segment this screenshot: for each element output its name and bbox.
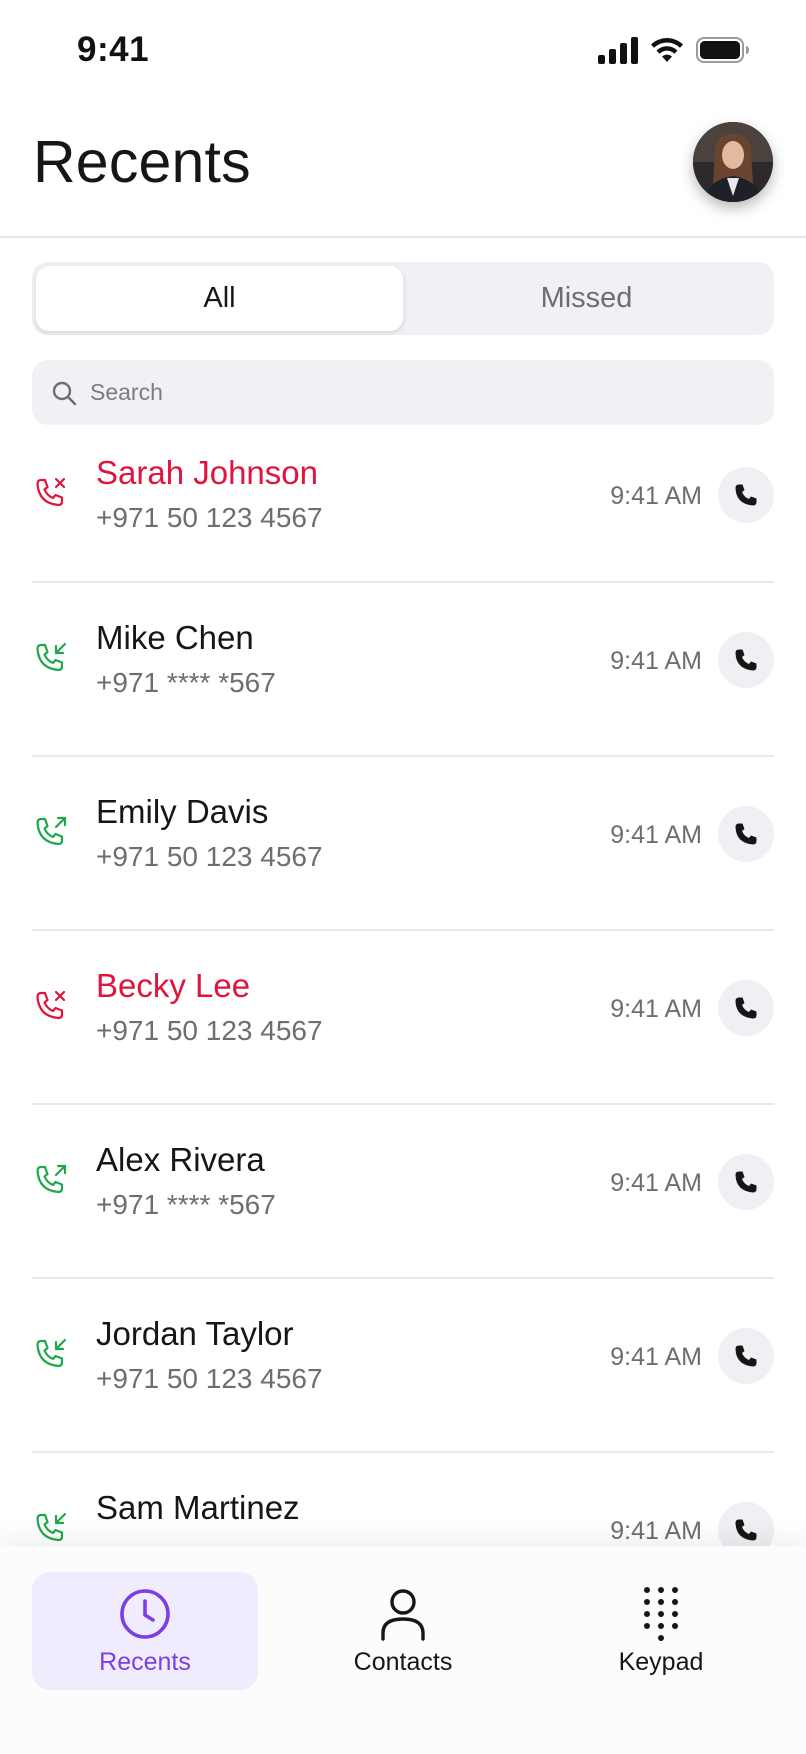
call-row[interactable]: Emily Davis +971 50 123 4567 9:41 AM: [32, 757, 774, 931]
call-row[interactable]: Sam Martinez 9:41 AM: [32, 1453, 774, 1546]
call-filter-segmented-control: All Missed: [32, 262, 774, 335]
call-time: 9:41 AM: [610, 1517, 702, 1545]
contact-name: Emily Davis: [96, 793, 269, 830]
incoming-call-icon: [32, 1511, 72, 1546]
battery-icon: [696, 37, 750, 63]
call-row[interactable]: Alex Rivera +971 **** *567 9:41 AM: [32, 1105, 774, 1279]
phone-icon: [735, 649, 757, 671]
phone-icon: [735, 1345, 757, 1367]
segment-all[interactable]: All: [36, 266, 403, 331]
contact-number: +971 50 123 4567: [96, 1015, 323, 1046]
segment-missed[interactable]: Missed: [403, 266, 770, 331]
search-input[interactable]: [90, 379, 730, 406]
status-icons: [598, 36, 750, 64]
missed-call-icon: [32, 989, 72, 1029]
contact-name: Becky Lee: [96, 967, 251, 1004]
tab-bar: Recents Contacts Keypad: [0, 1546, 806, 1754]
incoming-call-icon: [32, 641, 72, 681]
cellular-signal-icon: [598, 36, 638, 64]
phone-icon: [735, 484, 757, 506]
missed-call-icon: [32, 476, 72, 516]
phone-icon: [735, 1171, 757, 1193]
tab-recents-label: Recents: [99, 1648, 191, 1676]
phone-icon: [735, 823, 757, 845]
tab-contacts-label: Contacts: [353, 1648, 453, 1676]
call-back-button[interactable]: [718, 1154, 774, 1210]
call-back-button[interactable]: [718, 632, 774, 688]
call-time: 9:41 AM: [610, 821, 702, 849]
contact-name: Sarah Johnson: [96, 454, 318, 491]
contact-number: +971 **** *567: [96, 667, 276, 698]
call-row[interactable]: Becky Lee +971 50 123 4567 9:41 AM: [32, 931, 774, 1105]
tab-keypad-label: Keypad: [618, 1648, 704, 1676]
keypad-icon: [633, 1586, 689, 1642]
call-back-button[interactable]: [718, 980, 774, 1036]
person-icon: [375, 1586, 431, 1642]
outgoing-call-icon: [32, 815, 72, 855]
call-back-button[interactable]: [718, 467, 774, 523]
incoming-call-icon: [32, 1337, 72, 1377]
outgoing-call-icon: [32, 1163, 72, 1203]
wifi-icon: [650, 37, 684, 63]
recents-screen: 9:41 Recents All Missed Search Sarah Joh…: [0, 0, 806, 1754]
status-bar: 9:41: [0, 0, 806, 104]
call-back-button[interactable]: [718, 1328, 774, 1384]
call-time: 9:41 AM: [610, 1343, 702, 1371]
status-time: 9:41: [77, 30, 150, 69]
contact-number: +971 **** *567: [96, 1189, 276, 1220]
search-icon: [50, 379, 78, 407]
contact-name: Sam Martinez: [96, 1489, 300, 1526]
tab-keypad[interactable]: Keypad: [548, 1572, 774, 1690]
call-row[interactable]: Sarah Johnson +971 50 123 4567 9:41 AM: [32, 436, 774, 583]
contact-name: Jordan Taylor: [96, 1315, 294, 1352]
contact-number: +971 50 123 4567: [96, 502, 323, 533]
profile-avatar[interactable]: [693, 122, 773, 202]
recent-calls-list: Sarah Johnson +971 50 123 4567 9:41 AM M…: [0, 436, 806, 1546]
contact-name: Alex Rivera: [96, 1141, 265, 1178]
call-back-button[interactable]: [718, 806, 774, 862]
call-time: 9:41 AM: [610, 995, 702, 1023]
call-time: 9:41 AM: [610, 647, 702, 675]
contact-number: +971 50 123 4567: [96, 1363, 323, 1394]
tab-contacts[interactable]: Contacts: [290, 1572, 516, 1690]
phone-icon: [735, 1519, 757, 1541]
call-time: 9:41 AM: [610, 482, 702, 510]
page-title: Recents: [33, 129, 251, 195]
contact-name: Mike Chen: [96, 619, 254, 656]
header: Recents: [0, 104, 806, 238]
call-back-button[interactable]: [718, 1502, 774, 1546]
phone-icon: [735, 997, 757, 1019]
search-bar[interactable]: [32, 360, 774, 425]
call-time: 9:41 AM: [610, 1169, 702, 1197]
contact-number: +971 50 123 4567: [96, 841, 323, 872]
tab-recents[interactable]: Recents: [32, 1572, 258, 1690]
call-row[interactable]: Jordan Taylor +971 50 123 4567 9:41 AM: [32, 1279, 774, 1453]
clock-icon: [117, 1586, 173, 1642]
call-row[interactable]: Mike Chen +971 **** *567 9:41 AM: [32, 583, 774, 757]
